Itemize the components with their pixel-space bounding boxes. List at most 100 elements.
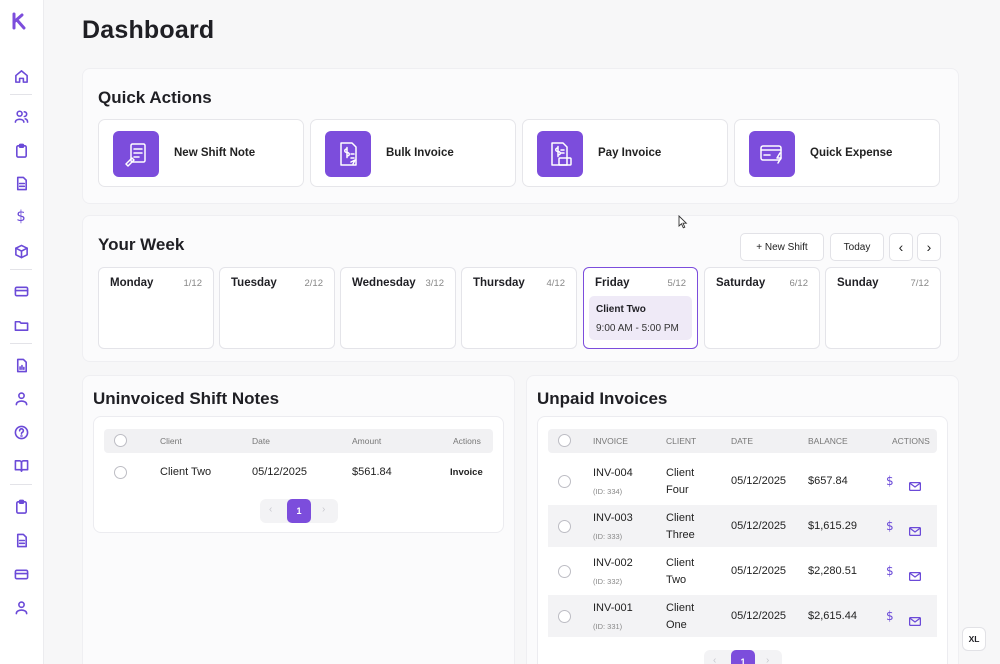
mouse-cursor-icon: [678, 215, 688, 229]
day-name: Saturday: [716, 277, 766, 289]
page-title: Dashboard: [82, 16, 215, 44]
next-page-button[interactable]: ›: [322, 504, 325, 515]
pay-dollar-icon[interactable]: $: [886, 609, 894, 623]
quick-expense-button[interactable]: Quick Expense: [734, 119, 940, 187]
day-monday[interactable]: Monday 1/12: [98, 267, 214, 349]
balance-cell: $2,615.44: [808, 610, 857, 622]
day-sunday[interactable]: Sunday 7/12: [825, 267, 941, 349]
card-icon[interactable]: [12, 282, 30, 300]
user-icon[interactable]: [12, 598, 30, 616]
report-icon[interactable]: [12, 356, 30, 374]
balance-cell: $657.84: [808, 475, 848, 487]
pay-dollar-icon[interactable]: $: [886, 519, 894, 533]
shift-client: Client Two: [596, 304, 646, 315]
invoice-number: INV-003: [593, 512, 633, 524]
unpaid-invoices-table: INVOICE CLIENT DATE BALANCE ACTIONS INV-…: [537, 416, 948, 664]
row-checkbox[interactable]: [558, 565, 571, 578]
day-saturday[interactable]: Saturday 6/12: [704, 267, 820, 349]
users-icon[interactable]: [12, 107, 30, 125]
invoice-id: (ID: 332): [593, 577, 623, 586]
pay-invoice-icon: [537, 131, 583, 177]
column-header: CLIENT: [666, 436, 697, 446]
table-row: INV-004 (ID: 334) Client Four 05/12/2025…: [548, 460, 937, 502]
new-shift-button[interactable]: + New Shift: [740, 233, 824, 261]
day-date: 4/12: [546, 278, 566, 289]
bulk-invoice-button[interactable]: Bulk Invoice: [310, 119, 516, 187]
table-row: INV-001 (ID: 331) Client One 05/12/2025 …: [548, 595, 937, 637]
balance-cell: $2,280.51: [808, 565, 857, 577]
client-cell: Client Two: [160, 466, 212, 478]
row-checkbox[interactable]: [558, 610, 571, 623]
your-week-title: Your Week: [98, 235, 185, 254]
invoice-number: INV-002: [593, 557, 633, 569]
document-icon[interactable]: [12, 531, 30, 549]
column-header: Actions: [453, 436, 481, 446]
date-cell: 05/12/2025: [731, 610, 787, 622]
day-name: Tuesday: [231, 277, 277, 289]
user-icon[interactable]: [12, 389, 30, 407]
next-week-button[interactable]: ›: [917, 233, 941, 261]
new-shift-note-button[interactable]: New Shift Note: [98, 119, 304, 187]
client-cell: Client: [666, 467, 695, 479]
pay-invoice-button[interactable]: Pay Invoice: [522, 119, 728, 187]
column-header: INVOICE: [593, 436, 628, 446]
quick-actions-card: Quick Actions New Shift Note Bulk Invoic…: [82, 68, 959, 204]
clipboard-icon[interactable]: [12, 141, 30, 159]
help-icon[interactable]: [12, 423, 30, 441]
sidebar-divider: [10, 484, 32, 485]
column-header: DATE: [731, 436, 754, 446]
dollar-icon[interactable]: $: [12, 207, 30, 225]
row-checkbox[interactable]: [558, 475, 571, 488]
book-icon[interactable]: [12, 456, 30, 474]
page-button[interactable]: 1: [731, 650, 755, 664]
day-tuesday[interactable]: Tuesday 2/12: [219, 267, 335, 349]
invoice-id: (ID: 331): [593, 622, 623, 631]
sidebar: $: [0, 0, 44, 664]
client-cell: One: [666, 619, 687, 631]
invoice-number: INV-001: [593, 602, 633, 614]
box-icon[interactable]: [12, 242, 30, 260]
email-icon[interactable]: [908, 568, 922, 582]
next-page-button[interactable]: ›: [766, 655, 769, 664]
client-cell: Four: [666, 484, 689, 496]
column-header: Date: [252, 436, 270, 446]
prev-page-button[interactable]: ‹: [713, 655, 716, 664]
email-icon[interactable]: [908, 478, 922, 492]
invoice-number: INV-004: [593, 467, 633, 479]
day-date: 6/12: [789, 278, 809, 289]
day-wednesday[interactable]: Wednesday 3/12: [340, 267, 456, 349]
row-checkbox[interactable]: [558, 520, 571, 533]
row-checkbox[interactable]: [114, 466, 127, 479]
page-button[interactable]: 1: [287, 499, 311, 523]
select-all-checkbox[interactable]: [114, 434, 127, 447]
uninvoiced-shift-notes-card: Uninvoiced Shift Notes Client Date Amoun…: [82, 375, 515, 664]
home-icon[interactable]: [12, 67, 30, 85]
email-icon[interactable]: [908, 523, 922, 537]
your-week-card: Your Week + New Shift Today ‹ › Monday 1…: [82, 215, 959, 362]
shift-event[interactable]: Client Two 9:00 AM - 5:00 PM: [589, 296, 692, 340]
prev-week-button[interactable]: ‹: [889, 233, 913, 261]
clipboard-icon[interactable]: [12, 497, 30, 515]
pay-dollar-icon[interactable]: $: [886, 564, 894, 578]
email-icon[interactable]: [908, 613, 922, 627]
column-header: Client: [160, 436, 182, 446]
quick-action-label: New Shift Note: [174, 147, 256, 159]
prev-page-button[interactable]: ‹: [269, 504, 272, 515]
screen-size-badge: XL: [962, 627, 986, 651]
pay-dollar-icon[interactable]: $: [886, 474, 894, 488]
day-thursday[interactable]: Thursday 4/12: [461, 267, 577, 349]
client-cell: Client: [666, 557, 695, 569]
invoice-action-button[interactable]: Invoice: [450, 467, 483, 478]
document-icon[interactable]: [12, 174, 30, 192]
sidebar-divider: [10, 94, 32, 95]
sidebar-divider: [10, 269, 32, 270]
select-all-checkbox[interactable]: [558, 434, 571, 447]
date-cell: 05/12/2025: [731, 520, 787, 532]
day-friday[interactable]: Friday 5/12 Client Two 9:00 AM - 5:00 PM: [583, 267, 698, 349]
pagination: ‹ 1 ›: [260, 499, 338, 523]
app-logo[interactable]: [11, 12, 29, 30]
folder-icon[interactable]: [12, 316, 30, 334]
today-button[interactable]: Today: [830, 233, 884, 261]
day-name: Wednesday: [352, 277, 416, 289]
card-icon[interactable]: [12, 565, 30, 583]
